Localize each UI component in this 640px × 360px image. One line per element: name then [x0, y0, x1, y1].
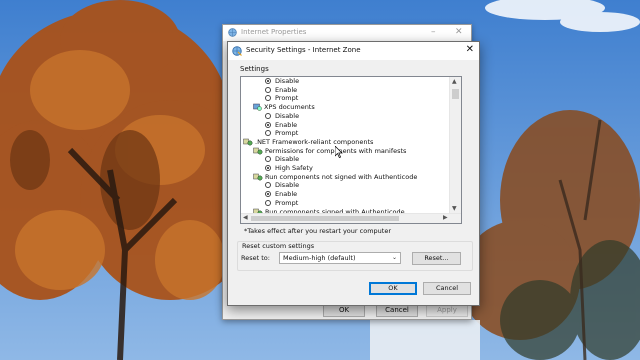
- security-settings-titlebar[interactable]: Security Settings - Internet Zone ✕: [228, 42, 479, 60]
- radio-checked-icon[interactable]: [265, 191, 271, 198]
- horizontal-scroll-thumb[interactable]: [251, 216, 399, 221]
- close-button[interactable]: ✕: [455, 27, 463, 37]
- option-label: Enable: [275, 120, 298, 129]
- settings-group-heading: .NET Framework-reliant components: [243, 138, 373, 147]
- scroll-right-arrow-icon[interactable]: ▶: [443, 214, 448, 221]
- radio-option[interactable]: Prompt: [265, 129, 298, 138]
- close-button[interactable]: ✕: [466, 44, 474, 55]
- horizontal-scrollbar[interactable]: ◀ ▶: [241, 213, 461, 223]
- internet-globe-icon: [228, 28, 237, 39]
- radio-unchecked-icon[interactable]: [265, 95, 271, 102]
- internet-globe-icon: [232, 46, 242, 58]
- component-icon: [253, 147, 263, 158]
- radio-unchecked-icon[interactable]: [265, 86, 271, 93]
- radio-unchecked-icon[interactable]: [265, 112, 271, 119]
- option-label: Prompt: [275, 198, 299, 207]
- settings-gear-icon: [253, 103, 262, 114]
- option-label: Disable: [275, 181, 300, 190]
- settings-tree[interactable]: Disable Enable Prompt XPS documents Disable E…: [240, 76, 462, 224]
- dialog-title: Security Settings - Internet Zone: [246, 46, 361, 54]
- internet-properties-title: Internet Properties: [241, 28, 307, 36]
- restart-note: *Takes effect after you restart your com…: [244, 227, 391, 235]
- settings-item: Run components not signed with Authentic…: [253, 173, 417, 182]
- option-label: Disable: [275, 155, 300, 164]
- option-label: XPS documents: [264, 103, 315, 112]
- cancel-button[interactable]: Cancel: [423, 282, 471, 295]
- option-label: Enable: [275, 85, 298, 94]
- reset-button[interactable]: Reset...: [412, 252, 461, 265]
- radio-checked-icon[interactable]: [265, 121, 271, 128]
- reset-group-label: Reset custom settings: [241, 242, 316, 250]
- option-label: Prompt: [275, 94, 299, 103]
- radio-option[interactable]: Enable: [265, 121, 297, 130]
- radio-option[interactable]: Enable: [265, 86, 297, 95]
- radio-option[interactable]: High Safety: [265, 164, 313, 173]
- security-settings-dialog: Security Settings - Internet Zone ✕ Sett…: [227, 41, 480, 306]
- radio-option[interactable]: Prompt: [265, 94, 298, 103]
- radio-option[interactable]: Disable: [265, 181, 299, 190]
- scroll-left-arrow-icon[interactable]: ◀: [243, 214, 248, 221]
- internet-properties-titlebar[interactable]: Internet Properties – ✕: [223, 25, 471, 41]
- radio-option[interactable]: Disable: [265, 155, 299, 164]
- reset-to-value: Medium-high (default): [283, 254, 356, 262]
- component-icon: [253, 173, 263, 184]
- radio-unchecked-icon[interactable]: [265, 130, 271, 137]
- minimize-button[interactable]: –: [431, 27, 436, 37]
- reset-to-label: Reset to:: [241, 254, 270, 262]
- mouse-pointer-icon: [335, 146, 343, 158]
- option-label: Run components not signed with Authentic…: [265, 172, 418, 181]
- radio-option[interactable]: Disable: [265, 112, 299, 121]
- settings-label: Settings: [240, 65, 269, 73]
- radio-unchecked-icon[interactable]: [265, 156, 271, 163]
- settings-tree-list: Disable Enable Prompt XPS documents Disable E…: [241, 77, 451, 215]
- reset-to-dropdown[interactable]: Medium-high (default) ⌄: [279, 252, 401, 264]
- option-label: Disable: [275, 111, 300, 120]
- vertical-scrollbar[interactable]: ▲ ▼: [449, 77, 461, 214]
- settings-item: Permissions for components with manifest…: [253, 147, 406, 156]
- radio-option[interactable]: Prompt: [265, 199, 298, 208]
- radio-checked-icon[interactable]: [265, 78, 271, 84]
- radio-unchecked-icon[interactable]: [265, 182, 271, 189]
- radio-unchecked-icon[interactable]: [265, 199, 271, 206]
- scroll-up-arrow-icon[interactable]: ▲: [452, 78, 457, 85]
- radio-checked-icon[interactable]: [265, 165, 271, 171]
- radio-option[interactable]: Enable: [265, 190, 297, 199]
- component-group-icon: [243, 138, 253, 149]
- scroll-down-arrow-icon[interactable]: ▼: [452, 205, 457, 212]
- option-label: High Safety: [275, 164, 313, 172]
- option-label: .NET Framework-reliant components: [255, 137, 374, 146]
- ok-button[interactable]: OK: [369, 282, 417, 295]
- option-label: Enable: [275, 190, 298, 199]
- vertical-scroll-thumb[interactable]: [452, 89, 459, 99]
- settings-item: XPS documents: [253, 103, 315, 112]
- radio-option[interactable]: Disable: [265, 77, 299, 86]
- option-label: Disable: [275, 77, 300, 85]
- option-label: Prompt: [275, 129, 299, 138]
- chevron-down-icon: ⌄: [391, 254, 397, 261]
